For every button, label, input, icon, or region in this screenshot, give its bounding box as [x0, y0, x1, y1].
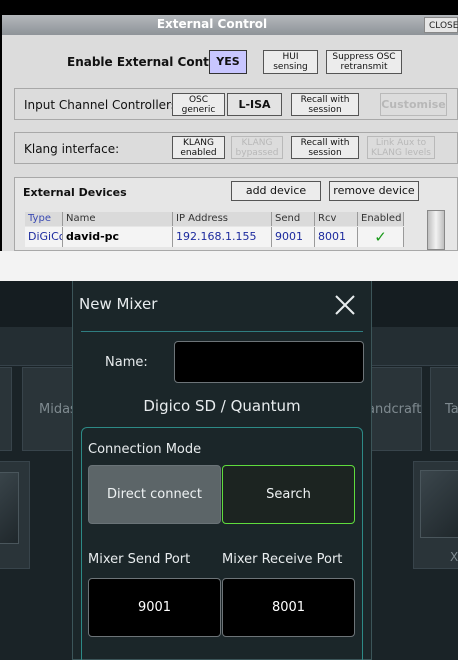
window-title: External Control	[156, 17, 268, 31]
recall-with-session-klang-button[interactable]: Recall with session	[291, 136, 359, 159]
send-port-label: Mixer Send Port	[88, 552, 191, 567]
close-button[interactable]: CLOSE	[424, 17, 458, 33]
osc-generic-button[interactable]: OSC generic	[172, 93, 225, 116]
col-type: Type	[25, 212, 63, 226]
mixer-card-right-label: Ta	[445, 402, 458, 417]
input-channel-controllers-label: Input Channel Controllers:	[24, 98, 182, 112]
cell-enabled-check-icon[interactable]: ✓	[358, 227, 404, 247]
dialog-title: New Mixer	[79, 295, 158, 313]
name-input[interactable]	[174, 341, 364, 383]
divider	[81, 331, 363, 332]
mixer-image	[0, 472, 19, 544]
mixer-card-edge[interactable]	[0, 367, 12, 451]
search-button[interactable]: Search	[222, 465, 355, 524]
name-label: Name:	[105, 355, 148, 370]
title-bar: External Control CLOSE	[2, 15, 458, 35]
scrollbar-thumb[interactable]	[427, 210, 445, 250]
mixer-card-left-image[interactable]	[0, 461, 30, 569]
cell-send: 9001	[272, 227, 315, 247]
customise-button[interactable]: Customise	[380, 93, 447, 116]
connection-mode-box: Connection Mode Direct connect Search Mi…	[81, 427, 363, 660]
recall-with-session-button[interactable]: Recall with session	[291, 93, 359, 116]
col-send: Send	[272, 212, 315, 226]
col-name: Name	[63, 212, 173, 226]
mixer-card-x-label: X	[450, 550, 458, 564]
cell-rcv: 8001	[315, 227, 358, 247]
mixer-card-x[interactable]: X	[413, 461, 458, 569]
col-enabled: Enabled	[358, 212, 404, 226]
send-port-input[interactable]: 9001	[88, 578, 221, 637]
enable-external-control-label: Enable External Control:	[67, 55, 232, 69]
screenshot-separator	[0, 251, 458, 281]
connection-mode-label: Connection Mode	[88, 442, 202, 457]
klang-bypassed-button[interactable]: KLANG bypassed	[231, 136, 283, 159]
receive-port-input[interactable]: 8001	[222, 578, 355, 637]
cell-ip: 192.168.1.155	[173, 227, 272, 247]
direct-connect-button[interactable]: Direct connect	[88, 465, 221, 524]
lisa-button[interactable]: L-ISA	[227, 93, 282, 116]
col-ip: IP Address	[173, 212, 272, 226]
external-control-panel: External Control CLOSE Enable External C…	[2, 15, 458, 251]
mixer-image	[420, 470, 458, 538]
table-row[interactable]: DiGiCo david-pc 192.168.1.155 9001 8001 …	[25, 227, 404, 247]
suppress-osc-button[interactable]: Suppress OSC retransmit	[326, 50, 402, 74]
devices-table-header: Type Name IP Address Send Rcv Enabled	[25, 212, 404, 226]
mixer-app-background: Midas andcraft Ta X New Mixer Name: Digi…	[0, 281, 458, 660]
hui-sensing-button[interactable]: HUI sensing	[263, 50, 318, 74]
external-devices-panel: External Devices add device remove devic…	[14, 177, 458, 251]
col-rcv: Rcv	[315, 212, 358, 226]
add-device-button[interactable]: add device	[231, 181, 321, 201]
link-aux-klang-button[interactable]: Link Aux to KLANG levels	[367, 136, 435, 159]
receive-port-label: Mixer Receive Port	[222, 552, 343, 567]
mixer-type-label: Digico SD / Quantum	[143, 397, 301, 415]
close-icon[interactable]	[333, 293, 357, 317]
enable-yes-button[interactable]: YES	[209, 50, 247, 74]
cell-name: david-pc	[63, 227, 173, 247]
cell-type: DiGiCo	[25, 227, 63, 247]
new-mixer-dialog: New Mixer Name: Digico SD / Quantum Conn…	[72, 281, 372, 660]
external-devices-label: External Devices	[23, 186, 127, 199]
remove-device-button[interactable]: remove device	[329, 181, 419, 201]
external-control-window: External Control CLOSE Enable External C…	[0, 0, 458, 251]
klang-interface-label: Klang interface:	[24, 142, 120, 156]
mixer-card-soundcraft-label: andcraft	[367, 402, 422, 417]
klang-enabled-button[interactable]: KLANG enabled	[172, 136, 225, 159]
mixer-card-right[interactable]: Ta	[430, 367, 458, 451]
